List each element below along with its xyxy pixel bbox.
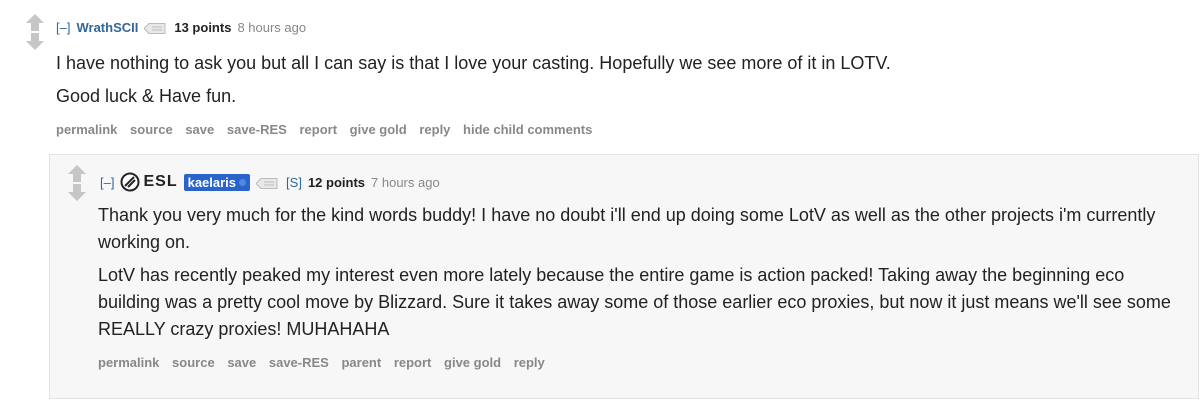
- save-button[interactable]: save: [185, 122, 214, 137]
- res-tag-icon[interactable]: [143, 22, 166, 34]
- save-res-button[interactable]: save-RES: [227, 122, 287, 137]
- vote-arrows: [64, 163, 90, 203]
- hide-child-comments-button[interactable]: hide child comments: [463, 122, 592, 137]
- res-tag-icon[interactable]: [255, 177, 278, 189]
- comment-paragraph: Thank you very much for the kind words b…: [98, 205, 1156, 252]
- comment-kaelaris: [–] ESL kaelaris [S] 12 points 7 hours a…: [49, 154, 1199, 399]
- author-link[interactable]: kaelaris: [183, 173, 251, 191]
- reply-button[interactable]: reply: [514, 355, 545, 370]
- comment-wrathscii: [–] WrathSCII 13 points 8 hours ago I ha…: [0, 0, 1200, 417]
- comment-paragraph: I have nothing to ask you but all I can …: [56, 53, 891, 73]
- reply-button[interactable]: reply: [419, 122, 450, 137]
- submitter-flag[interactable]: [S]: [286, 175, 302, 190]
- collapse-toggle[interactable]: [–]: [100, 175, 114, 190]
- save-button[interactable]: save: [227, 355, 256, 370]
- esl-flair: ESL: [120, 172, 177, 192]
- comment-tagline: [–] ESL kaelaris [S] 12 points 7 hours a…: [100, 172, 440, 192]
- give-gold-button[interactable]: give gold: [444, 355, 501, 370]
- comment-tagline: [–] WrathSCII 13 points 8 hours ago: [56, 20, 306, 35]
- timestamp: 7 hours ago: [371, 174, 440, 190]
- comment-action-buttons: permalink source save save-RES parent re…: [98, 355, 554, 370]
- downvote-arrow-icon[interactable]: [22, 32, 48, 52]
- permalink-button[interactable]: permalink: [98, 355, 159, 370]
- flair-dot-icon: [239, 178, 247, 186]
- author-link[interactable]: WrathSCII: [76, 20, 138, 35]
- vote-arrows: [22, 12, 48, 52]
- report-button[interactable]: report: [299, 122, 337, 137]
- source-button[interactable]: source: [130, 122, 173, 137]
- esl-logo-icon: [120, 172, 140, 192]
- give-gold-button[interactable]: give gold: [350, 122, 407, 137]
- comment-paragraph: Good luck & Have fun.: [56, 86, 237, 106]
- comment-body: Thank you very much for the kind words b…: [98, 202, 1178, 349]
- permalink-button[interactable]: permalink: [56, 122, 117, 137]
- parent-button[interactable]: parent: [341, 355, 381, 370]
- downvote-arrow-icon[interactable]: [64, 183, 90, 203]
- score: 12 points: [307, 174, 366, 190]
- collapse-toggle[interactable]: [–]: [56, 20, 70, 35]
- score: 13 points: [174, 20, 232, 35]
- comment-body: I have nothing to ask you but all I can …: [56, 50, 1176, 116]
- comment-action-buttons: permalink source save save-RES report gi…: [56, 122, 601, 137]
- upvote-arrow-icon[interactable]: [22, 12, 48, 32]
- esl-flair-text: ESL: [143, 173, 178, 190]
- source-button[interactable]: source: [172, 355, 215, 370]
- report-button[interactable]: report: [394, 355, 432, 370]
- timestamp: 8 hours ago: [237, 20, 307, 35]
- upvote-arrow-icon[interactable]: [64, 163, 90, 183]
- save-res-button[interactable]: save-RES: [269, 355, 329, 370]
- comment-paragraph: LotV has recently peaked my interest eve…: [98, 265, 1171, 339]
- author-name: kaelaris: [187, 174, 237, 190]
